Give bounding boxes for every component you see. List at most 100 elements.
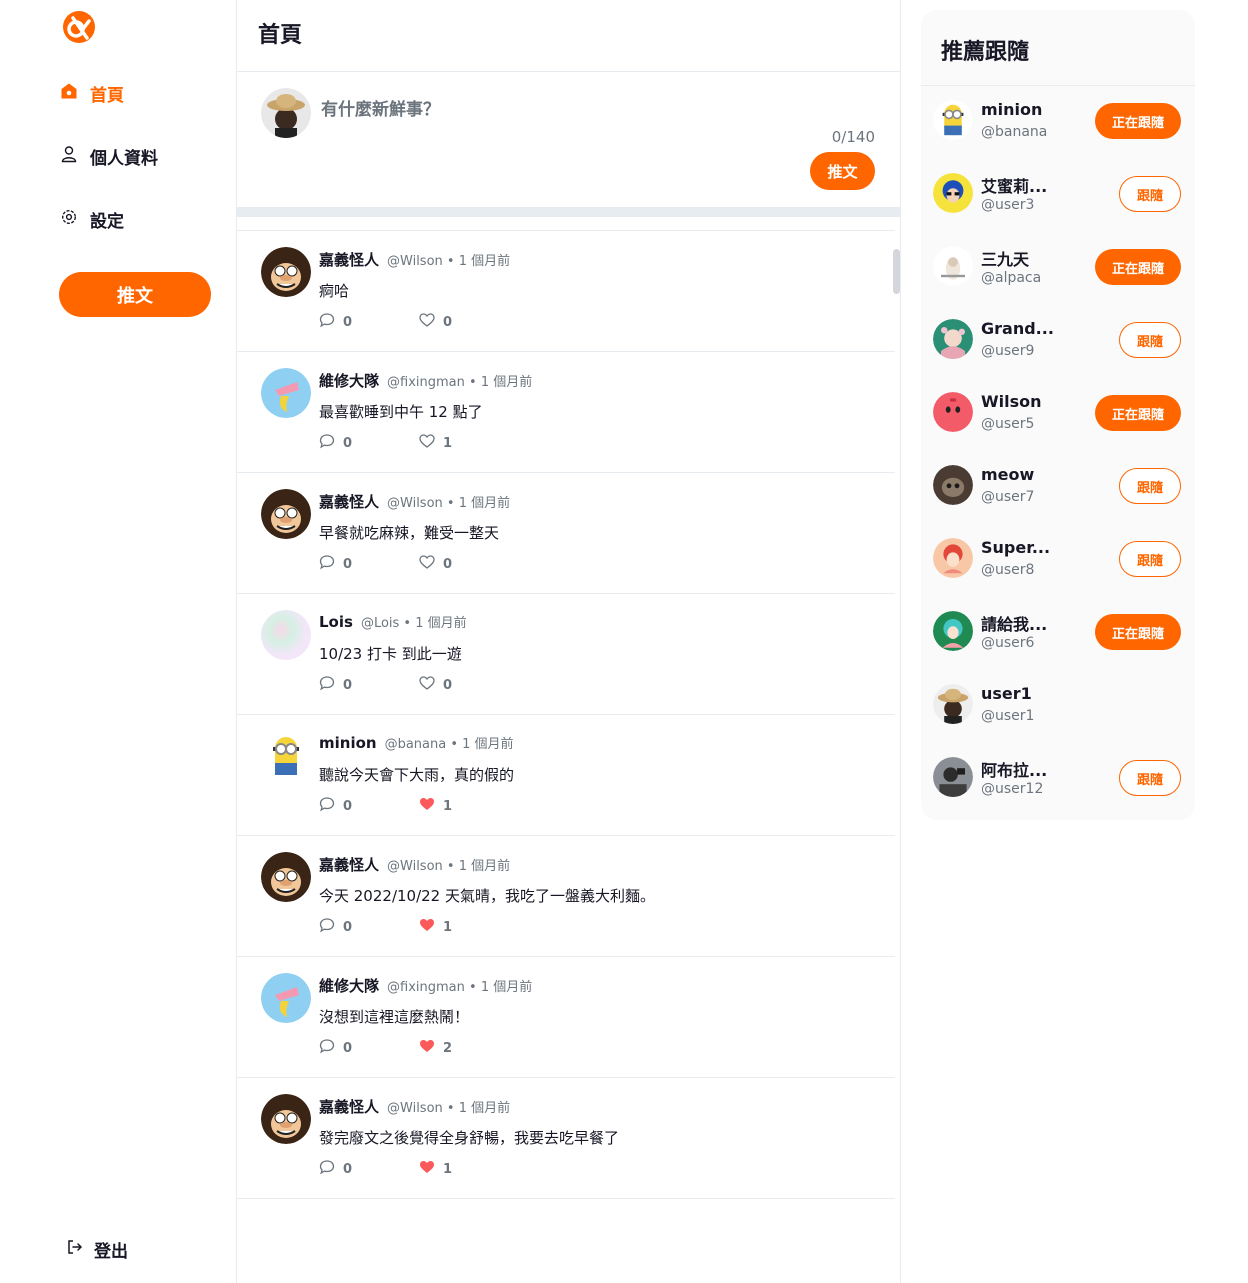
tweet-button[interactable]: 推文	[59, 272, 211, 317]
recommend-user-name[interactable]: 阿布拉...	[981, 757, 1047, 781]
tweet-author-handle[interactable]: @Wilson	[387, 254, 443, 269]
avatar[interactable]	[933, 319, 973, 359]
reply-button[interactable]: 0	[319, 554, 419, 574]
recommend-user-name[interactable]: user1	[981, 684, 1032, 703]
avatar[interactable]	[261, 852, 311, 902]
like-button[interactable]: 0	[419, 675, 519, 695]
tweet-author-handle[interactable]: @fixingman	[387, 375, 465, 390]
follow-button[interactable]: 跟隨	[1119, 760, 1181, 796]
avatar[interactable]	[261, 247, 311, 297]
following-button[interactable]: 正在跟隨	[1095, 103, 1181, 139]
tweet-author-name[interactable]: 嘉義怪人	[319, 491, 379, 512]
tweet-item[interactable]: 嘉義怪人 @Wilson • 1 個月前 痾哈 0 0	[237, 231, 895, 352]
tweet-author-handle[interactable]: @banana	[385, 737, 447, 752]
avatar[interactable]	[261, 731, 311, 781]
tweet-author-name[interactable]: Lois	[319, 613, 353, 631]
recommend-user: 請給我... @user6 正在跟隨	[921, 597, 1195, 670]
avatar[interactable]	[933, 246, 973, 286]
tweet-author-name[interactable]: 嘉義怪人	[319, 249, 379, 270]
meta-separator: •	[446, 737, 463, 752]
avatar[interactable]	[261, 1094, 311, 1144]
logout-button[interactable]: 登出	[66, 1237, 128, 1262]
tweet-author-handle[interactable]: @fixingman	[387, 980, 465, 995]
following-button[interactable]: 正在跟隨	[1095, 614, 1181, 650]
tweet-item[interactable]: 嘉義怪人 @Wilson • 1 個月前 早餐就吃麻辣，難受一整天 0 0	[237, 473, 895, 594]
page-title: 首頁	[258, 23, 303, 48]
like-button[interactable]: 0	[419, 312, 519, 332]
like-button[interactable]: 1	[419, 433, 519, 453]
avatar[interactable]	[261, 368, 311, 418]
compose-submit-button[interactable]: 推文	[810, 152, 875, 190]
tweet-item[interactable]: Lois @Lois • 1 個月前 10/23 打卡 到此一遊 0 0	[237, 594, 895, 715]
tweet-item[interactable]: 嘉義怪人 @Wilson • 1 個月前 發完廢文之後覺得全身舒暢，我要去吃早餐了 0…	[237, 1078, 895, 1199]
compose-input[interactable]	[321, 100, 821, 120]
follow-button[interactable]: 跟隨	[1119, 541, 1181, 577]
reply-button[interactable]: 0	[319, 1038, 419, 1058]
avatar[interactable]	[933, 392, 973, 432]
tweet-text[interactable]: 最喜歡睡到中午 12 點了	[319, 401, 483, 422]
tweet-text[interactable]: 今天 2022/10/22 天氣晴，我吃了一盤義大利麵。	[319, 885, 655, 906]
nav-item-settings[interactable]: 設定	[60, 205, 124, 233]
recommend-user-name[interactable]: Wilson	[981, 392, 1042, 411]
recommend-user-name[interactable]: 三九天	[981, 246, 1029, 270]
tweet-author-name[interactable]: 維修大隊	[319, 975, 379, 996]
recommend-user-name[interactable]: Grand...	[981, 319, 1054, 338]
tweet-text[interactable]: 聽說今天會下大雨，真的假的	[319, 764, 514, 785]
tweet-text[interactable]: 10/23 打卡 到此一遊	[319, 643, 462, 664]
tweet-author-handle[interactable]: @Wilson	[387, 859, 443, 874]
follow-button[interactable]: 跟隨	[1119, 322, 1181, 358]
reply-button[interactable]: 0	[319, 312, 419, 332]
avatar[interactable]	[933, 173, 973, 213]
nav-item-profile[interactable]: 個人資料	[60, 142, 158, 170]
reply-button[interactable]: 0	[319, 675, 419, 695]
tweet-author-name[interactable]: 嘉義怪人	[319, 1096, 379, 1117]
like-button[interactable]: 1	[419, 796, 519, 816]
tweet-item[interactable]: 嘉義怪人 @Wilson • 1 個月前 今天 2022/10/22 天氣晴，我吃了…	[237, 836, 895, 957]
avatar[interactable]	[261, 973, 311, 1023]
recommend-user-name[interactable]: 請給我...	[981, 611, 1047, 635]
nav-item-home[interactable]: 首頁	[60, 79, 124, 107]
reply-button[interactable]: 0	[319, 917, 419, 937]
tweet-item[interactable]: minion @banana • 1 個月前 聽說今天會下大雨，真的假的 0 1	[237, 715, 895, 836]
avatar[interactable]	[261, 610, 311, 660]
like-button[interactable]: 1	[419, 1159, 519, 1179]
tweet-item[interactable]: 維修大隊 @fixingman • 1 個月前 最喜歡睡到中午 12 點了 0 1	[237, 352, 895, 473]
reply-button[interactable]: 0	[319, 1159, 419, 1179]
reply-button[interactable]: 0	[319, 433, 419, 453]
tweet-text[interactable]: 沒想到這裡這麼熱鬧！	[319, 1006, 469, 1027]
reply-icon	[319, 554, 335, 574]
reply-button[interactable]: 0	[319, 796, 419, 816]
avatar[interactable]	[933, 465, 973, 505]
home-icon	[60, 82, 78, 105]
reply-count: 0	[343, 919, 353, 935]
tweet-author-handle[interactable]: @Wilson	[387, 1101, 443, 1116]
like-button[interactable]: 1	[419, 917, 519, 937]
like-button[interactable]: 0	[419, 554, 519, 574]
tweet-author-handle[interactable]: @Lois	[361, 616, 399, 631]
tweet-author-name[interactable]: 維修大隊	[319, 370, 379, 391]
following-button[interactable]: 正在跟隨	[1095, 249, 1181, 285]
follow-button[interactable]: 跟隨	[1119, 176, 1181, 212]
tweet-item[interactable]: 維修大隊 @fixingman • 1 個月前 沒想到這裡這麼熱鬧！ 0 2	[237, 957, 895, 1078]
recommend-user-name[interactable]: meow	[981, 465, 1034, 484]
avatar[interactable]	[261, 489, 311, 539]
avatar[interactable]	[933, 538, 973, 578]
tweet-author-name[interactable]: 嘉義怪人	[319, 854, 379, 875]
logo-icon[interactable]	[62, 10, 96, 44]
tweet-author-name[interactable]: minion	[319, 734, 377, 752]
recommend-user-name[interactable]: 艾蜜莉...	[981, 173, 1047, 197]
avatar[interactable]	[933, 757, 973, 797]
recommend-user-name[interactable]: minion	[981, 100, 1042, 119]
like-button[interactable]: 2	[419, 1038, 519, 1058]
avatar[interactable]	[933, 100, 973, 140]
avatar[interactable]	[933, 684, 973, 724]
avatar[interactable]	[933, 611, 973, 651]
feed-scrollbar[interactable]	[893, 249, 900, 294]
tweet-author-handle[interactable]: @Wilson	[387, 496, 443, 511]
tweet-text[interactable]: 早餐就吃麻辣，難受一整天	[319, 522, 499, 543]
tweet-text[interactable]: 痾哈	[319, 280, 349, 301]
following-button[interactable]: 正在跟隨	[1095, 395, 1181, 431]
follow-button[interactable]: 跟隨	[1119, 468, 1181, 504]
recommend-user-name[interactable]: Super...	[981, 538, 1050, 557]
tweet-text[interactable]: 發完廢文之後覺得全身舒暢，我要去吃早餐了	[319, 1127, 619, 1148]
